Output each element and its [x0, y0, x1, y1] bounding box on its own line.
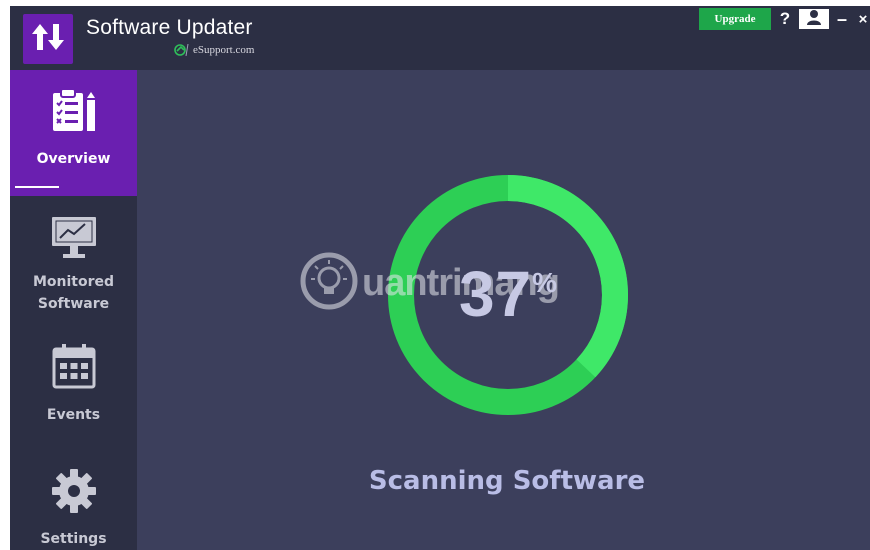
sidebar-item-monitored-software[interactable]: Monitored Software: [10, 216, 137, 316]
progress-percent-sign: %: [532, 267, 558, 298]
active-indicator: [15, 186, 59, 188]
sidebar: Overview Monitored Software Events Setti…: [10, 70, 137, 550]
account-button[interactable]: [799, 9, 829, 29]
minimize-button[interactable]: –: [835, 8, 849, 30]
calendar-icon: [52, 343, 96, 394]
title-bar: Software Updater eSupport.com Upgrade ? …: [10, 6, 870, 70]
close-button[interactable]: ×: [856, 8, 870, 30]
gear-icon: [51, 468, 97, 519]
scan-status-text: Scanning Software: [368, 466, 646, 496]
sidebar-item-settings[interactable]: Settings: [10, 468, 137, 550]
app-title: Software Updater: [86, 16, 253, 39]
sidebar-item-overview[interactable]: Overview: [10, 70, 137, 196]
monitor-chart-icon: [51, 216, 97, 265]
app-subtitle: eSupport.com: [174, 44, 254, 56]
main-panel: uantrimang 37% Scanning Software: [137, 70, 870, 550]
sidebar-item-label: Overview: [36, 151, 111, 167]
up-down-arrows-icon: [31, 22, 65, 57]
clipboard-checklist-icon: [50, 88, 98, 139]
esupport-logo-icon: [174, 44, 190, 56]
user-icon: [806, 9, 822, 30]
upgrade-button[interactable]: Upgrade: [699, 8, 771, 30]
sidebar-item-events[interactable]: Events: [10, 343, 137, 427]
sidebar-item-label: Events: [46, 407, 101, 423]
sidebar-item-label: Monitored Software: [32, 274, 115, 312]
lightbulb-icon: [300, 252, 358, 315]
app-subtitle-text: eSupport.com: [193, 44, 255, 56]
progress-percent-number: 37: [458, 258, 533, 330]
progress-percent: 37%: [386, 257, 630, 331]
help-button[interactable]: ?: [778, 8, 792, 30]
app-logo: [23, 14, 73, 64]
app-window: Software Updater eSupport.com Upgrade ? …: [10, 6, 870, 550]
sidebar-item-label: Settings: [40, 531, 107, 547]
